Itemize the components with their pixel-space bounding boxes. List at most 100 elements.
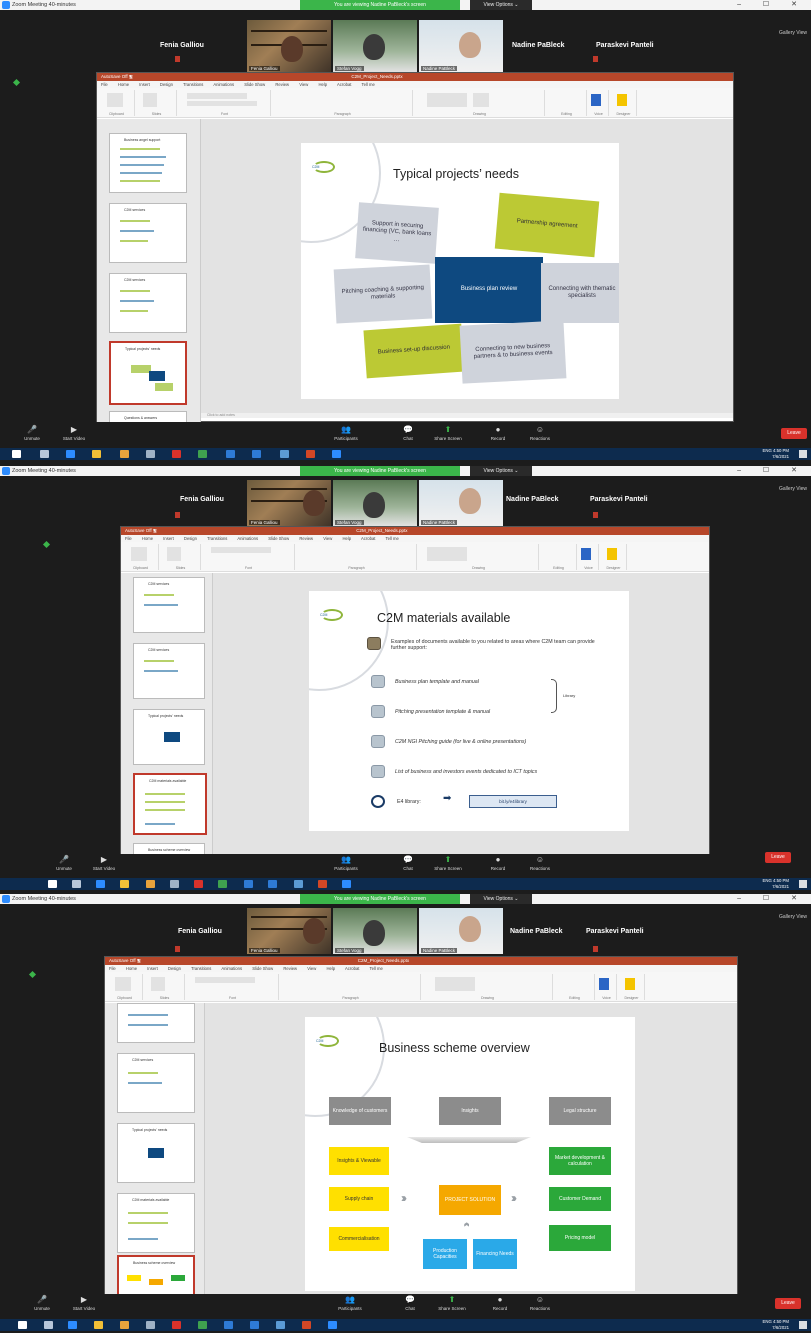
chat-button[interactable]: 💬 Chat (388, 856, 428, 872)
notifications-icon[interactable] (799, 880, 807, 888)
unmute-button[interactable]: 🎤 Unmute (44, 856, 84, 872)
excel-icon[interactable] (198, 1321, 207, 1329)
tab-home[interactable]: Home (142, 536, 153, 541)
tab-review[interactable]: Review (275, 82, 289, 87)
excel-icon[interactable] (198, 450, 207, 458)
slide-canvas[interactable]: C2M Typical projects’ needs Support in s… (301, 143, 619, 399)
slide-canvas[interactable]: C2M C2M materials available Examples of … (309, 591, 629, 831)
participant-video-2[interactable]: Stefan Vogg (333, 480, 417, 526)
participants-button[interactable]: 👥 Participants (326, 856, 366, 872)
library-link[interactable]: bit.ly/e4library (469, 795, 557, 808)
tab-design[interactable]: Design (160, 82, 173, 87)
view-options-button[interactable]: View Options ⌄ (470, 0, 532, 10)
tab-animations[interactable]: Animations (213, 82, 234, 87)
chrome-icon[interactable] (120, 1321, 129, 1329)
screen-share-banner[interactable]: You are viewing Nadine PaBleck's screen (300, 0, 460, 10)
view-options-button[interactable]: View Options ⌄ (470, 894, 532, 904)
tab-file[interactable]: File (125, 536, 132, 541)
unmute-button[interactable]: 🎤 Unmute (12, 426, 52, 442)
skype-icon[interactable] (252, 450, 261, 458)
file-explorer-icon[interactable] (92, 450, 101, 458)
slide-thumbnail-active[interactable]: C2M materials available (133, 773, 207, 835)
outlook-icon[interactable] (226, 450, 235, 458)
new-slide-button[interactable] (167, 547, 181, 561)
powerpoint-icon[interactable] (306, 450, 315, 458)
record-button[interactable]: ● Record (478, 856, 518, 872)
word-icon[interactable] (280, 450, 289, 458)
tab-help[interactable]: Help (342, 536, 351, 541)
tab-home[interactable]: Home (118, 82, 129, 87)
paste-button[interactable] (131, 547, 147, 561)
paste-button[interactable] (107, 93, 123, 107)
slide-thumbnails-pane[interactable]: C2M services Typical projects' needs C2M… (105, 1003, 205, 1306)
participants-button[interactable]: 👥 Participants (330, 1296, 370, 1312)
slide-thumbnails-pane[interactable]: Business angel support C2M services C2M … (97, 119, 201, 422)
tab-acrobat[interactable]: Acrobat (361, 536, 375, 541)
slide-canvas[interactable]: C2M Business scheme overview Knowledge o… (305, 1017, 635, 1291)
acrobat-icon[interactable] (172, 1321, 181, 1329)
zoom-icon[interactable] (332, 450, 341, 458)
skype-icon[interactable] (268, 880, 277, 888)
slide-thumbnail[interactable]: Typical projects' needs (133, 709, 205, 765)
autosave-label[interactable]: AutoSave Off 🖫 (101, 74, 133, 79)
tab-slide-show[interactable]: Slide Show (268, 536, 289, 541)
powerpoint-icon[interactable] (302, 1321, 311, 1329)
zoom-icon[interactable] (342, 880, 351, 888)
tab-help[interactable]: Help (326, 966, 335, 971)
tab-slide-show[interactable]: Slide Show (252, 966, 273, 971)
notifications-icon[interactable] (799, 450, 807, 458)
participant-video-2[interactable]: Stefan Vogg (333, 908, 417, 954)
screen-share-banner[interactable]: You are viewing Nadine PaBleck's screen (300, 466, 460, 476)
new-slide-button[interactable] (151, 977, 165, 991)
share-screen-button[interactable]: ⬆ Share Screen (432, 1296, 472, 1312)
tab-insert[interactable]: Insert (139, 82, 149, 87)
zoom-icon[interactable] (328, 1321, 337, 1329)
tab-transitions[interactable]: Transitions (183, 82, 203, 87)
participants-button[interactable]: 👥 Participants (326, 426, 366, 442)
reactions-button[interactable]: ☺ Reactions (520, 856, 560, 872)
acrobat-icon[interactable] (172, 450, 181, 458)
tab-slide-show[interactable]: Slide Show (244, 82, 265, 87)
slide-thumbnail[interactable] (117, 1003, 195, 1043)
reactions-button[interactable]: ☺ Reactions (520, 426, 560, 442)
tab-home[interactable]: Home (126, 966, 137, 971)
file-explorer-icon[interactable] (94, 1321, 103, 1329)
chat-button[interactable]: 💬 Chat (390, 1296, 430, 1312)
shapes-gallery[interactable] (435, 977, 475, 991)
tab-view[interactable]: View (323, 536, 332, 541)
dictate-icon[interactable] (599, 978, 609, 990)
chrome-icon[interactable] (146, 880, 155, 888)
font-family-select[interactable] (211, 547, 271, 553)
outlook-icon[interactable] (244, 880, 253, 888)
slide-thumbnail-active[interactable]: Typical projects' needs (109, 341, 187, 405)
tab-view[interactable]: View (307, 966, 316, 971)
start-video-button[interactable]: ▶ Start Video (64, 1296, 104, 1312)
start-video-button[interactable]: ▶ Start Video (84, 856, 124, 872)
font-family-select[interactable] (187, 93, 247, 99)
start-icon[interactable] (18, 1321, 27, 1329)
tell-me-search[interactable]: Tell me (370, 966, 383, 971)
new-slide-button[interactable] (143, 93, 157, 107)
tab-animations[interactable]: Animations (221, 966, 242, 971)
window-controls[interactable]: – ☐ ✕ (737, 466, 807, 476)
tab-insert[interactable]: Insert (163, 536, 173, 541)
font-family-select[interactable] (195, 977, 255, 983)
window-controls[interactable]: – ☐ ✕ (737, 0, 807, 10)
tab-review[interactable]: Review (299, 536, 313, 541)
tab-view[interactable]: View (299, 82, 308, 87)
design-ideas-icon[interactable] (617, 94, 627, 106)
tab-transitions[interactable]: Transitions (207, 536, 227, 541)
app-icon[interactable] (146, 450, 155, 458)
chat-button[interactable]: 💬 Chat (388, 426, 428, 442)
search-icon[interactable] (72, 880, 81, 888)
record-button[interactable]: ● Record (478, 426, 518, 442)
skype-icon[interactable] (250, 1321, 259, 1329)
search-icon[interactable] (44, 1321, 53, 1329)
participant-video-1[interactable]: Fenia Galliou (247, 480, 331, 526)
edge-icon[interactable] (68, 1321, 77, 1329)
tab-help[interactable]: Help (318, 82, 327, 87)
share-screen-button[interactable]: ⬆ Share Screen (428, 856, 468, 872)
gallery-view-button[interactable]: Gallery View (779, 486, 807, 492)
start-icon[interactable] (12, 450, 21, 458)
tab-design[interactable]: Design (168, 966, 181, 971)
